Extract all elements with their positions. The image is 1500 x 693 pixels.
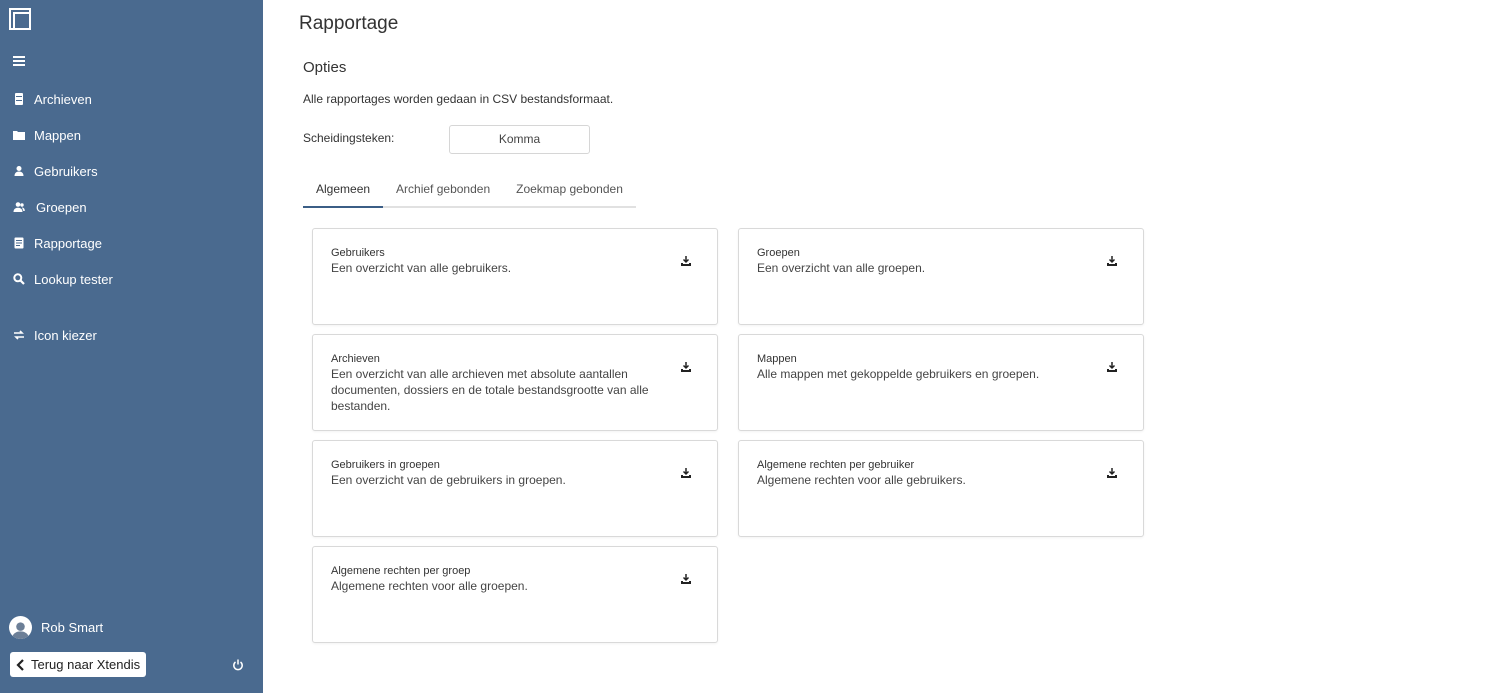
card-description: Alle mappen met gekoppelde gebruikers en… <box>757 367 1040 381</box>
avatar <box>9 616 32 639</box>
card-title: Gebruikers in groepen <box>331 459 440 471</box>
sidebar-item-icon-kiezer[interactable]: Icon kiezer <box>0 320 263 350</box>
report-card-gebruikers: Gebruikers Een overzicht van alle gebrui… <box>312 228 718 325</box>
card-description: Een overzicht van de gebruikers in groep… <box>331 473 566 487</box>
user-name: Rob Smart <box>41 620 104 635</box>
report-card-gebruikers-in-groepen: Gebruikers in groepen Een overzicht van … <box>312 440 718 537</box>
sidebar-item-label: Gebruikers <box>34 163 98 179</box>
chevron-left-icon <box>16 658 24 671</box>
tab-algemeen[interactable]: Algemeen <box>303 172 384 208</box>
download-icon[interactable] <box>680 254 692 266</box>
card-description: Algemene rechten voor alle gebruikers. <box>757 473 966 487</box>
card-title: Gebruikers <box>331 247 385 259</box>
report-card-mappen: Mappen Alle mappen met gekoppelde gebrui… <box>738 334 1144 431</box>
sidebar-item-label: Lookup tester <box>34 271 113 287</box>
sidebar-item-label: Groepen <box>36 199 87 215</box>
user-profile[interactable]: Rob Smart <box>9 616 103 639</box>
users-icon <box>13 201 25 213</box>
sidebar-item-groepen[interactable]: Groepen <box>0 192 263 222</box>
sidebar-item-label: Icon kiezer <box>34 327 97 343</box>
tab-archief-gebonden[interactable]: Archief gebonden <box>383 172 503 208</box>
download-icon[interactable] <box>1106 466 1118 478</box>
download-icon[interactable] <box>680 360 692 372</box>
sidebar-item-label: Archieven <box>34 91 92 107</box>
card-title: Groepen <box>757 247 800 259</box>
page-title: Rapportage <box>299 13 399 34</box>
download-icon[interactable] <box>680 572 692 584</box>
download-icon[interactable] <box>1106 254 1118 266</box>
report-card-archieven: Archieven Een overzicht van alle archiev… <box>312 334 718 431</box>
report-card-rechten-per-gebruiker: Algemene rechten per gebruiker Algemene … <box>738 440 1144 537</box>
section-title: Opties <box>303 59 347 76</box>
main-content: Rapportage Opties Alle rapportages worde… <box>263 0 1500 693</box>
download-icon[interactable] <box>680 466 692 478</box>
sidebar-item-gebruikers[interactable]: Gebruikers <box>0 156 263 186</box>
back-button-label: Terug naar Xtendis <box>31 657 141 672</box>
card-title: Algemene rechten per groep <box>331 565 471 577</box>
separator-select[interactable]: Komma <box>449 125 590 154</box>
sidebar-item-lookup-tester[interactable]: Lookup tester <box>0 264 263 294</box>
back-to-xtendis-button[interactable]: Terug naar Xtendis <box>10 652 147 677</box>
sidebar: Archieven Mappen Gebruikers Groepen Rapp… <box>0 0 263 693</box>
menu-toggle-icon[interactable] <box>13 56 25 66</box>
power-icon[interactable] <box>232 658 244 671</box>
sidebar-item-rapportage[interactable]: Rapportage <box>0 228 263 258</box>
archive-icon <box>13 93 25 105</box>
sidebar-item-label: Rapportage <box>34 235 102 251</box>
options-description: Alle rapportages worden gedaan in CSV be… <box>303 92 614 106</box>
card-title: Archieven <box>331 353 380 365</box>
download-icon[interactable] <box>1106 360 1118 372</box>
card-title: Algemene rechten per gebruiker <box>757 459 915 471</box>
card-description: Algemene rechten voor alle groepen. <box>331 579 528 593</box>
tab-bar: Algemeen Archief gebonden Zoekmap gebond… <box>303 172 636 208</box>
card-description: Een overzicht van alle archieven met abs… <box>331 367 649 413</box>
folder-icon <box>13 129 25 141</box>
user-icon <box>13 165 25 177</box>
separator-label: Scheidingsteken: <box>303 131 395 145</box>
report-icon <box>13 237 25 249</box>
search-icon <box>13 273 25 285</box>
report-card-rechten-per-groep: Algemene rechten per groep Algemene rech… <box>312 546 718 643</box>
card-description: Een overzicht van alle groepen. <box>757 261 926 275</box>
sidebar-item-mappen[interactable]: Mappen <box>0 120 263 150</box>
sidebar-item-archieven[interactable]: Archieven <box>0 84 263 114</box>
card-description: Een overzicht van alle gebruikers. <box>331 261 512 275</box>
card-title: Mappen <box>757 353 797 365</box>
report-card-groepen: Groepen Een overzicht van alle groepen. <box>738 228 1144 325</box>
app-logo-icon[interactable] <box>9 8 31 30</box>
sidebar-item-label: Mappen <box>34 127 81 143</box>
swap-icon <box>13 329 25 341</box>
tab-zoekmap-gebonden[interactable]: Zoekmap gebonden <box>503 172 636 208</box>
